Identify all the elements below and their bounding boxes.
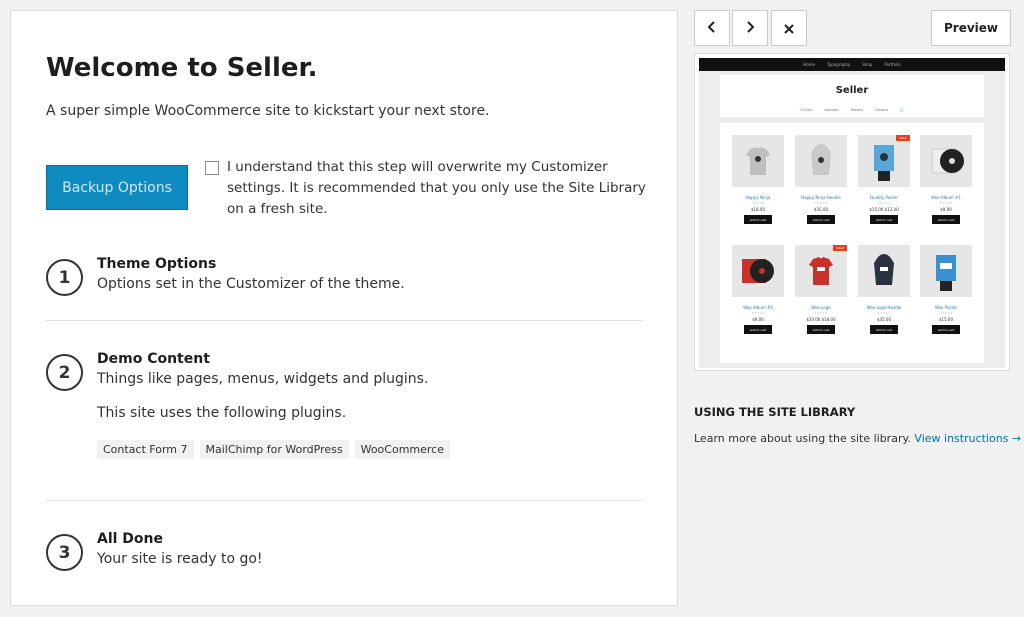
- add-to-cart-button: Add to cart: [932, 215, 960, 224]
- thumbnail-product-grid: Happy Ninja ★★★★★ $18.00 Add to cart Happy N…: [720, 123, 984, 363]
- product-price: $18.00: [751, 207, 765, 212]
- thumbnail-menu-item: T-Shirts: [799, 108, 813, 112]
- add-to-cart-button: Add to cart: [870, 325, 898, 334]
- thumbnail-body: Seller T-Shirts Hoodies Posters Albums 🛒…: [699, 71, 1005, 368]
- chevron-left-icon: [707, 19, 717, 38]
- sale-badge: SALE: [833, 245, 847, 251]
- album-icon: [920, 135, 972, 187]
- thumbnail-product: SALE Woo Logo ★★★★★ $20.00 $18.00 Add to car…: [795, 245, 847, 334]
- step-number: 3: [46, 534, 83, 571]
- thumbnail-product: Woo Album #2 ★★★★★ $9.00 Add to cart: [732, 245, 784, 334]
- thumbnail-product: Woo Poster ★★★★★ $15.00 Add to cart: [920, 245, 972, 334]
- overwrite-warning-text: I understand that this step will overwri…: [227, 159, 646, 217]
- step-number: 2: [46, 354, 83, 391]
- main-panel: Welcome to Seller. A super simple WooCom…: [10, 10, 678, 606]
- add-to-cart-button: Add to cart: [870, 215, 898, 224]
- step-number: 1: [46, 259, 83, 296]
- site-preview-thumbnail[interactable]: Home Typography Shop Portfolio Seller T-…: [694, 53, 1010, 371]
- preview-button[interactable]: Preview: [931, 10, 1011, 46]
- thumbnail-top-menu-item: Home: [803, 62, 816, 67]
- step-title: Demo Content: [97, 351, 210, 367]
- previous-button[interactable]: [694, 10, 730, 46]
- step-title: Theme Options: [97, 256, 217, 272]
- close-button[interactable]: [771, 10, 807, 46]
- add-to-cart-button: Add to cart: [807, 325, 835, 334]
- poster-icon: SALE: [858, 135, 910, 187]
- close-icon: [784, 19, 794, 38]
- add-to-cart-button: Add to cart: [744, 325, 772, 334]
- library-description: Learn more about using the site library.: [694, 432, 911, 445]
- thumbnail-menu-item: Posters: [850, 108, 864, 112]
- divider: [46, 320, 643, 321]
- view-instructions-link[interactable]: View instructions →: [914, 432, 1021, 445]
- add-to-cart-button: Add to cart: [932, 325, 960, 334]
- plugin-tag: Contact Form 7: [97, 440, 194, 459]
- product-price: $9.00: [940, 207, 952, 212]
- thumbnail-header: Seller T-Shirts Hoodies Posters Albums 🛒: [720, 75, 984, 117]
- step-description: Things like pages, menus, widgets and pl…: [97, 371, 429, 387]
- product-price: $15.00 $12.00: [869, 207, 899, 212]
- thumbnail-product: SALE Quality Poster ★★★★★ $15.00 $12.00 Add …: [858, 135, 910, 224]
- thumbnail-menu: T-Shirts Hoodies Posters Albums 🛒: [720, 108, 984, 112]
- tshirt-icon: [732, 135, 784, 187]
- hoodie-dark-icon: [858, 245, 910, 297]
- thumbnail-top-menu-item: Shop: [862, 62, 873, 67]
- plugin-list: Contact Form 7 MailChimp for WordPress W…: [97, 440, 450, 459]
- thumbnail-top-menu-item: Typography: [827, 62, 851, 67]
- thumbnail-product: Woo Logo Hoodie ★★★★★ $35.00 Add to cart: [858, 245, 910, 334]
- overwrite-checkbox[interactable]: [205, 161, 219, 175]
- thumbnail-top-bar: Home Typography Shop Portfolio: [699, 58, 1005, 71]
- next-button[interactable]: [732, 10, 768, 46]
- plugin-tag: MailChimp for WordPress: [199, 440, 349, 459]
- product-price: $35.00: [814, 207, 828, 212]
- tshirt-red-icon: SALE: [795, 245, 847, 297]
- thumbnail-cart-icon: 🛒: [900, 108, 905, 112]
- step-title: All Done: [97, 531, 164, 547]
- divider: [46, 500, 643, 501]
- thumbnail-menu-item: Albums: [875, 108, 889, 112]
- backup-options-button[interactable]: Backup Options: [46, 165, 188, 210]
- thumbnail-product: Happy Ninja Hoodie ★★★★★ $35.00 Add to cart: [795, 135, 847, 224]
- add-to-cart-button: Add to cart: [807, 215, 835, 224]
- thumbnail-product: Woo Album #1 ★★★★★ $9.00 Add to cart: [920, 135, 972, 224]
- album-red-icon: [732, 245, 784, 297]
- thumbnail-top-menu-item: Portfolio: [884, 62, 901, 67]
- plugins-intro: This site uses the following plugins.: [97, 405, 347, 421]
- hoodie-icon: [795, 135, 847, 187]
- thumbnail-menu-item: Hoodies: [824, 108, 839, 112]
- page-subtitle: A super simple WooCommerce site to kicks…: [46, 103, 490, 119]
- add-to-cart-button: Add to cart: [744, 215, 772, 224]
- plugin-tag: WooCommerce: [354, 440, 450, 459]
- chevron-right-icon: [745, 19, 755, 38]
- thumbnail-product: Happy Ninja ★★★★★ $18.00 Add to cart: [732, 135, 784, 224]
- library-text: Learn more about using the site library.…: [694, 432, 1021, 445]
- library-heading: USING THE SITE LIBRARY: [694, 405, 856, 419]
- step-description: Your site is ready to go!: [97, 551, 263, 567]
- product-price: $35.00: [877, 317, 891, 322]
- page-title: Welcome to Seller.: [46, 53, 318, 83]
- product-price: $20.00 $18.00: [806, 317, 836, 322]
- product-price: $15.00: [939, 317, 953, 322]
- poster-woo-icon: [920, 245, 972, 297]
- sale-badge: SALE: [896, 135, 910, 141]
- product-price: $9.00: [752, 317, 764, 322]
- thumbnail-brand: Seller: [835, 85, 869, 96]
- step-description: Options set in the Customizer of the the…: [97, 276, 405, 292]
